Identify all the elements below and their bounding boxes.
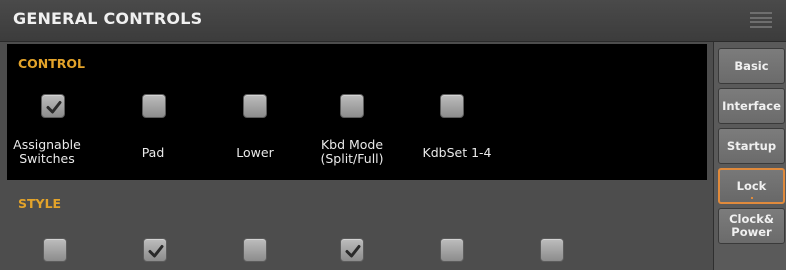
assignable-switches-label: Assignable Switches xyxy=(13,137,81,166)
control-section-title: CONTROL xyxy=(18,56,86,71)
style-checkbox-5[interactable] xyxy=(440,238,464,262)
main-panel: CONTROL Assignable Switches Pad Lower Kb… xyxy=(0,42,713,270)
tab-basic[interactable]: Basic xyxy=(718,48,785,84)
kbd-mode-checkbox[interactable] xyxy=(340,94,364,118)
side-tabs: Basic Interface Startup Lock Clock& Powe… xyxy=(713,42,786,270)
menu-icon[interactable] xyxy=(750,12,772,28)
assignable-switches-checkbox[interactable] xyxy=(41,94,65,118)
style-checkbox-6[interactable] xyxy=(540,238,564,262)
style-checkbox-1[interactable] xyxy=(43,238,67,262)
lower-label: Lower xyxy=(236,145,274,160)
page-title: GENERAL CONTROLS xyxy=(13,9,203,28)
tab-interface[interactable]: Interface xyxy=(718,88,785,124)
checkmark-icon xyxy=(46,101,62,114)
selected-indicator-dot xyxy=(750,197,753,199)
style-checkbox-3[interactable] xyxy=(243,238,267,262)
kbdset-label: KdbSet 1-4 xyxy=(422,145,492,160)
kbd-mode-label: Kbd Mode (Split/Full) xyxy=(320,137,384,166)
page-header: GENERAL CONTROLS xyxy=(0,0,786,42)
pad-checkbox[interactable] xyxy=(142,94,166,118)
control-section: CONTROL Assignable Switches Pad Lower Kb… xyxy=(7,44,707,180)
style-checkbox-2[interactable] xyxy=(143,238,167,262)
style-checkbox-4[interactable] xyxy=(340,238,364,262)
checkmark-icon xyxy=(148,245,164,258)
tab-lock[interactable]: Lock xyxy=(718,168,785,204)
tab-clock-power[interactable]: Clock& Power xyxy=(718,208,785,244)
checkmark-icon xyxy=(345,245,361,258)
tab-startup[interactable]: Startup xyxy=(718,128,785,164)
kbdset-checkbox[interactable] xyxy=(440,94,464,118)
pad-label: Pad xyxy=(141,145,165,160)
style-section-title: STYLE xyxy=(18,196,62,211)
lower-checkbox[interactable] xyxy=(243,94,267,118)
